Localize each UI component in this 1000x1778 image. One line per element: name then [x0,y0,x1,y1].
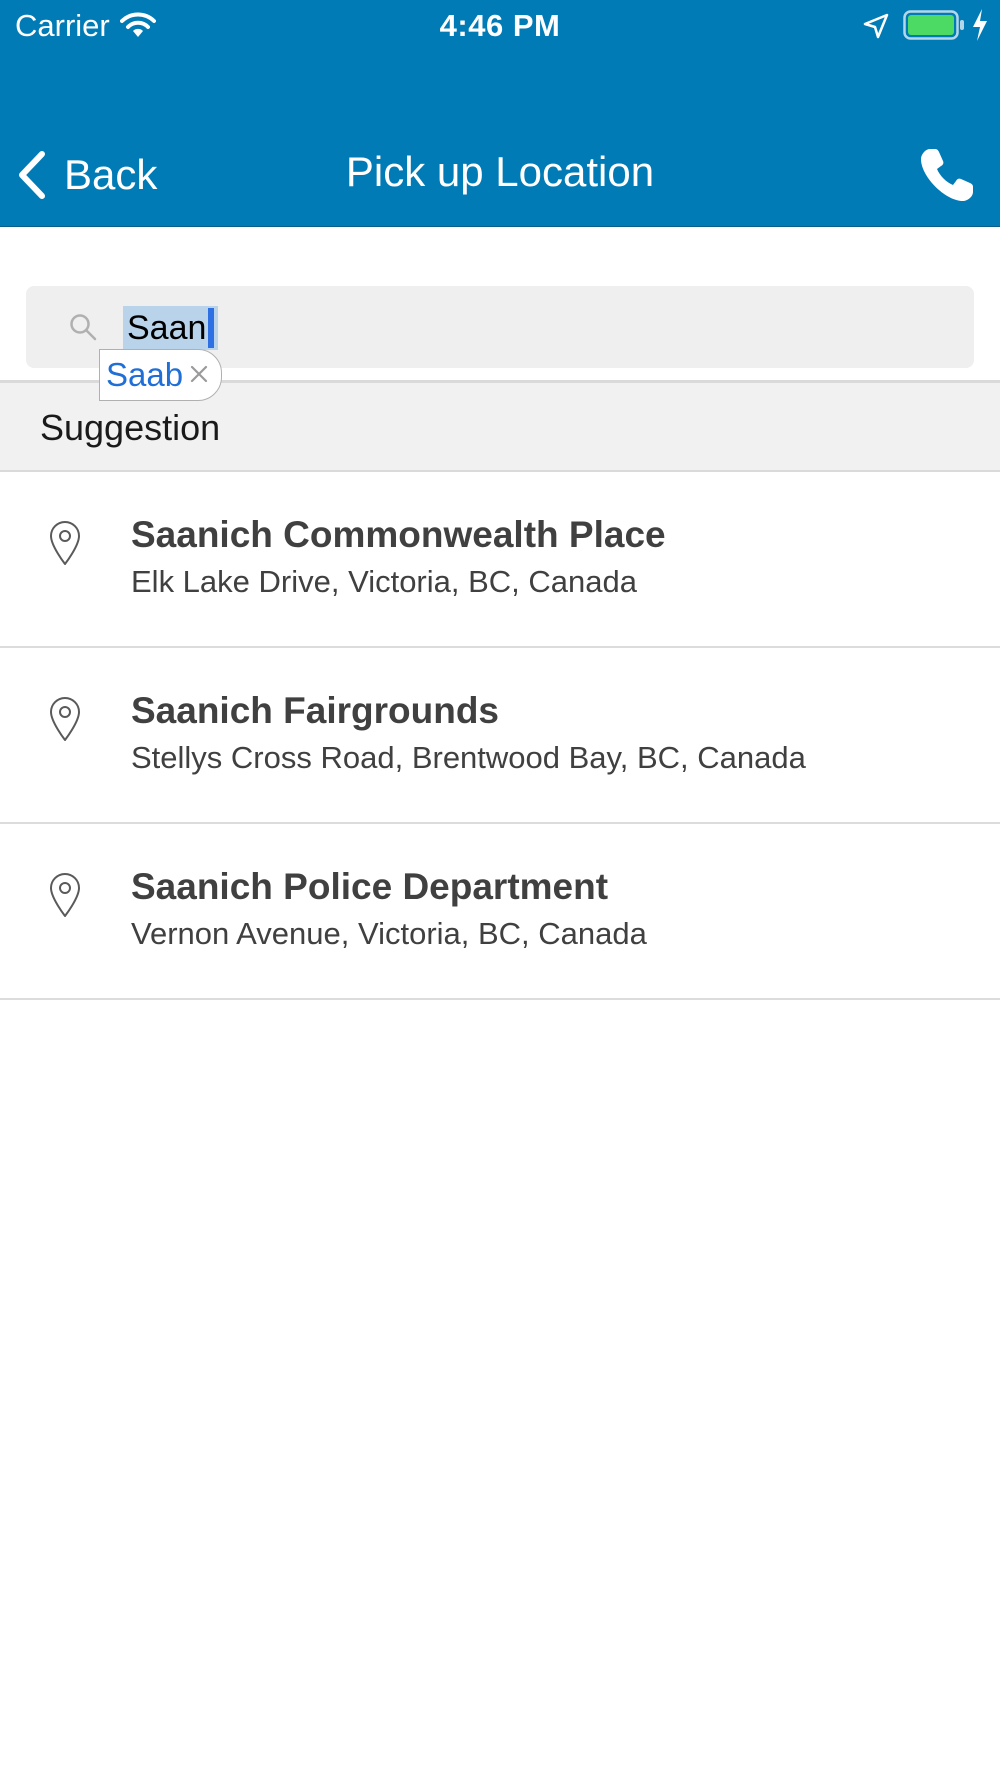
page-title: Pick up Location [345,148,655,195]
search-input-text: Saan [127,309,207,347]
list-item[interactable]: Saanich Police Department Vernon Avenue,… [0,824,1000,1000]
result-title: Saanich Police Department [131,866,609,907]
map-pin-icon [50,697,80,741]
close-icon[interactable] [189,364,209,384]
text-cursor [208,308,215,349]
result-address: Vernon Avenue, Victoria, BC, Canada [131,916,647,951]
back-label: Back [64,151,158,198]
list-item[interactable]: Saanich Commonwealth Place Elk Lake Driv… [0,472,1000,648]
search-input[interactable]: Saan [123,306,219,350]
map-pin-icon [50,521,80,565]
charging-icon [973,9,987,41]
pickup-location-screen: Carrier 4:46 PM Back Pick up Location Sa… [0,0,1000,1778]
status-time: 4:46 PM [439,8,561,43]
autocorrect-suggestion[interactable]: Saab [99,349,223,401]
battery-icon [903,10,964,40]
result-title: Saanich Commonwealth Place [131,514,666,555]
phone-icon[interactable] [918,146,976,204]
navigation-bar: Carrier 4:46 PM Back Pick up Location [0,0,1000,227]
result-address: Elk Lake Drive, Victoria, BC, Canada [131,564,637,599]
result-address: Stellys Cross Road, Brentwood Bay, BC, C… [131,740,806,775]
result-title: Saanich Fairgrounds [131,690,500,731]
suggestion-list: Saanich Commonwealth Place Elk Lake Driv… [0,472,1000,1000]
section-label: Suggestion [40,407,221,448]
list-item[interactable]: Saanich Fairgrounds Stellys Cross Road, … [0,648,1000,824]
location-arrow-icon [863,13,889,39]
map-pin-icon [50,873,80,917]
search-icon [70,314,97,341]
autocorrect-suggestion-text: Saab [106,356,184,393]
chevron-left-icon [19,151,45,199]
back-button[interactable]: Back [16,146,157,204]
